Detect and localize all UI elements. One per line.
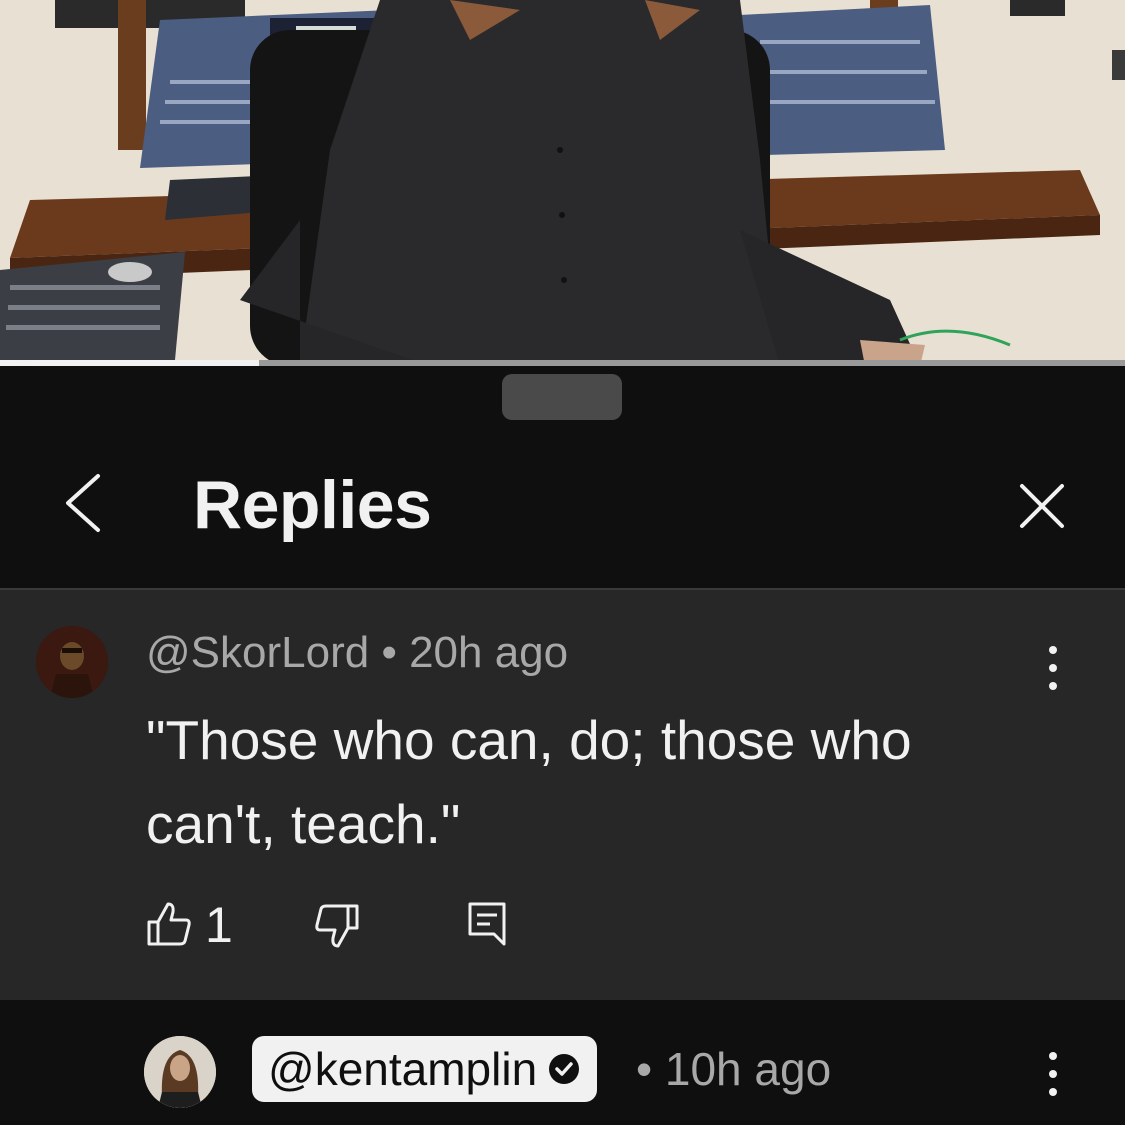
reply-icon (468, 902, 506, 946)
reply-comment: @kentamplin • 10h ago (0, 1000, 1125, 1125)
meta-separator: • (381, 628, 397, 677)
comment-author[interactable]: @SkorLord (146, 628, 369, 677)
more-vert-icon (1049, 1052, 1057, 1096)
comment-text: "Those who can, do; those who can't, tea… (146, 709, 912, 855)
meta-separator: • (636, 1043, 653, 1095)
comment-time: 10h ago (664, 1043, 832, 1095)
more-options-button[interactable] (1038, 638, 1068, 698)
dislike-button[interactable] (314, 902, 360, 950)
avatar[interactable] (144, 1036, 216, 1108)
thumbs-up-icon (147, 902, 191, 946)
close-button[interactable] (1012, 476, 1072, 536)
close-icon (1020, 484, 1064, 528)
comment-meta: @SkorLord • 20h ago (146, 628, 568, 678)
like-button[interactable] (146, 900, 192, 948)
video-frame (0, 0, 1125, 366)
avatar[interactable] (36, 626, 108, 698)
chevron-left-icon (66, 474, 100, 532)
like-count: 1 (205, 897, 233, 953)
avatar-image (144, 1036, 216, 1108)
video-player[interactable] (0, 0, 1125, 366)
more-vert-icon (1049, 646, 1057, 690)
more-options-button[interactable] (1038, 1044, 1068, 1104)
avatar-image (36, 626, 108, 698)
thumbs-down-icon (315, 904, 359, 948)
verified-check-icon (549, 1054, 580, 1084)
comment-time: 20h ago (409, 628, 569, 677)
parent-comment: @SkorLord • 20h ago "Those who can, do; … (0, 590, 1125, 1000)
drag-handle[interactable] (502, 374, 622, 420)
author-handle-chip[interactable]: @kentamplin (252, 1036, 598, 1102)
back-button[interactable] (58, 468, 108, 538)
comment-author: @kentamplin (268, 1043, 538, 1095)
page-title: Replies (193, 467, 432, 543)
reply-button[interactable] (466, 900, 508, 948)
replies-sheet: Replies @SkorLord • 20h ago "Those who c… (0, 366, 1125, 1125)
comment-meta: • 10h ago (636, 1042, 831, 1096)
